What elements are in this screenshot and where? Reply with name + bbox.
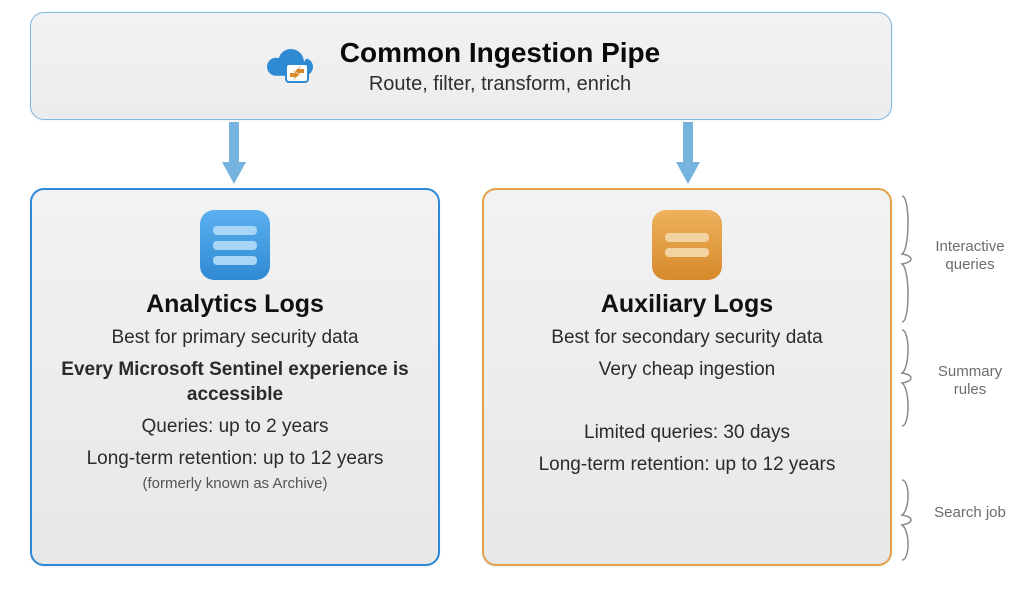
brace-icon [900, 328, 916, 428]
cloud-route-icon [262, 40, 318, 93]
analytics-logs-title: Analytics Logs [54, 290, 416, 319]
auxiliary-logs-card: Auxiliary Logs Best for secondary securi… [482, 188, 892, 566]
auxiliary-line-retention: Long-term retention: up to 12 years [506, 452, 868, 478]
diagram-root: Common Ingestion Pipe Route, filter, tra… [0, 0, 1029, 595]
analytics-logs-icon [200, 210, 270, 280]
auxiliary-line-cheap: Very cheap ingestion [506, 357, 868, 383]
ingestion-pipe-box: Common Ingestion Pipe Route, filter, tra… [30, 12, 892, 120]
auxiliary-logs-title: Auxiliary Logs [506, 290, 868, 319]
auxiliary-logs-icon [652, 210, 722, 280]
analytics-logs-card: Analytics Logs Best for primary security… [30, 188, 440, 566]
ingestion-pipe-text: Common Ingestion Pipe Route, filter, tra… [340, 37, 660, 96]
arrow-to-analytics [222, 122, 246, 190]
analytics-line-retention: Long-term retention: up to 12 years [54, 446, 416, 472]
analytics-line-sentinel: Every Microsoft Sentinel experience is a… [54, 357, 416, 408]
analytics-line-retention-sub: (formerly known as Archive) [54, 475, 416, 492]
side-annotations: Interactive queries Summary rules Search… [900, 188, 1020, 566]
ingestion-pipe-subtitle: Route, filter, transform, enrich [340, 73, 660, 96]
arrow-to-auxiliary [676, 122, 700, 190]
annotation-interactive-queries: Interactive queries [922, 238, 1018, 274]
brace-icon [900, 194, 916, 324]
analytics-line-primary: Best for primary security data [54, 325, 416, 351]
auxiliary-line-secondary: Best for secondary security data [506, 325, 868, 351]
analytics-line-queries: Queries: up to 2 years [54, 414, 416, 440]
ingestion-pipe-title: Common Ingestion Pipe [340, 37, 660, 69]
auxiliary-line-queries: Limited queries: 30 days [506, 420, 868, 446]
annotation-search-job: Search job [922, 504, 1018, 522]
annotation-summary-rules: Summary rules [922, 363, 1018, 399]
brace-icon [900, 478, 916, 562]
